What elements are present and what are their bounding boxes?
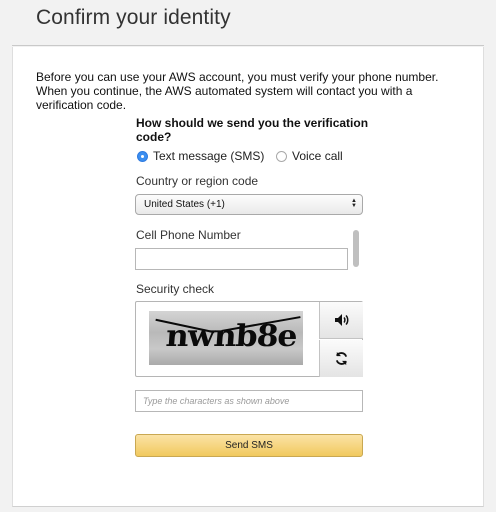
country-label: Country or region code — [136, 174, 259, 188]
method-question: How should we send you the verification … — [136, 116, 369, 144]
country-selected-value: United States (+1) — [144, 199, 225, 210]
radio-voice-label: Voice call — [292, 149, 343, 163]
page-title: Confirm your identity — [36, 6, 231, 29]
phone-label: Cell Phone Number — [136, 228, 241, 242]
scrollbar-thumb[interactable] — [353, 230, 359, 267]
captcha-audio-button[interactable] — [319, 302, 363, 339]
captcha-text: nwnb8e — [164, 319, 298, 354]
captcha-refresh-button[interactable] — [319, 340, 363, 377]
security-label: Security check — [136, 282, 215, 296]
country-select[interactable]: United States (+1) ▲ ▼ — [135, 194, 363, 215]
phone-input[interactable] — [135, 248, 348, 270]
radio-voice[interactable]: Voice call — [276, 148, 343, 164]
radio-sms-label: Text message (SMS) — [153, 149, 265, 163]
send-sms-button[interactable]: Send SMS — [135, 434, 363, 457]
intro-text: Before you can use your AWS account, you… — [36, 70, 439, 112]
radio-sms[interactable]: Text message (SMS) — [137, 148, 264, 164]
speaker-icon — [334, 314, 348, 326]
captcha-image: nwnb8e — [149, 311, 303, 365]
radio-unselected-icon[interactable] — [276, 150, 287, 162]
radio-selected-icon[interactable] — [137, 150, 148, 162]
captcha-box: nwnb8e — [135, 301, 363, 377]
captcha-input[interactable] — [135, 390, 363, 412]
verification-card: Before you can use your AWS account, you… — [12, 47, 484, 507]
refresh-icon — [335, 351, 348, 366]
title-divider — [12, 45, 484, 46]
select-arrows-icon: ▲ ▼ — [351, 198, 357, 209]
